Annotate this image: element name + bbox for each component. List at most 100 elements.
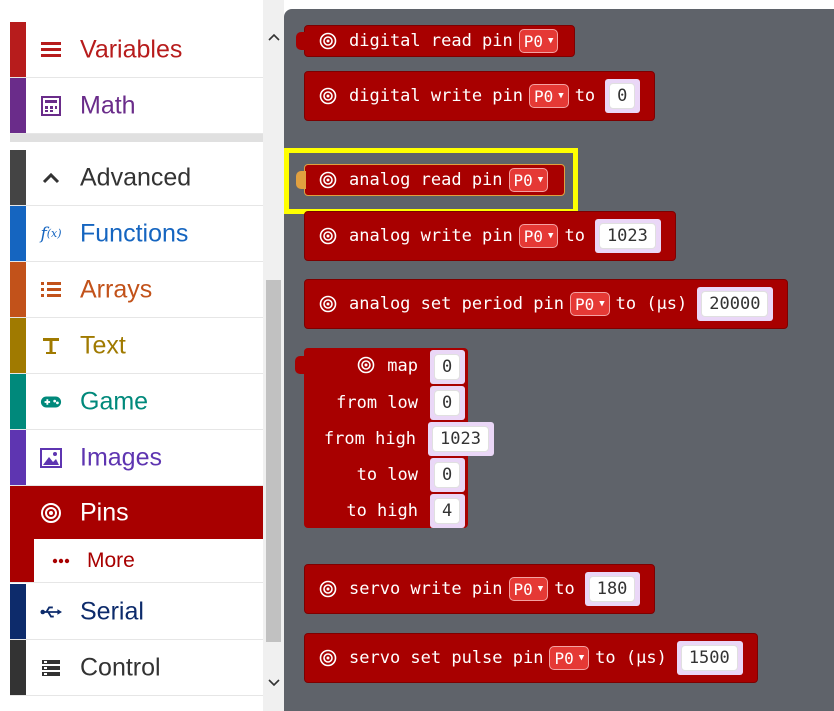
category-label: Game	[80, 387, 149, 415]
category-label: Functions	[80, 219, 189, 247]
toolbox-separator	[10, 134, 263, 142]
block-analog-set-period-pin[interactable]: analog set period pin P0 ▼ to (µs) 20000	[304, 279, 789, 329]
map-row: map 0	[304, 350, 494, 384]
value-input[interactable]: 4	[434, 498, 461, 524]
toolbox-subcategory-more[interactable]: More	[10, 539, 263, 583]
pin-icon	[319, 87, 337, 105]
value-input[interactable]: 0	[609, 83, 636, 109]
pin-dropdown[interactable]: P0 ▼	[569, 292, 610, 316]
text-icon	[40, 335, 62, 357]
value-input[interactable]: 180	[588, 576, 636, 602]
block-servo-write-pin[interactable]: servo write pin P0 ▼ to 180	[304, 564, 656, 614]
category-color-bar	[10, 640, 26, 695]
pin-dropdown[interactable]: P0 ▼	[518, 29, 559, 53]
value-input[interactable]: 20000	[701, 291, 769, 317]
category-color-bar	[10, 22, 26, 77]
pin-dropdown[interactable]: P0 ▼	[529, 84, 569, 108]
block-to-label: to (µs)	[595, 648, 667, 668]
map-row-label: map	[304, 356, 430, 379]
category-color-bar	[10, 206, 26, 261]
map-row: from high 1023	[304, 422, 494, 456]
pin-dropdown[interactable]: P0 ▼	[549, 646, 590, 670]
value-input[interactable]: 0	[434, 462, 461, 488]
value-slot: 1023	[428, 422, 494, 456]
value-slot: 0	[430, 458, 466, 492]
map-row: to high 4	[304, 494, 494, 528]
scrollbar-thumb[interactable]	[266, 280, 281, 642]
toolbox-category-math[interactable]: Math	[10, 78, 263, 134]
category-label: Text	[80, 331, 126, 359]
toolbox-category-arrays[interactable]: Arrays	[10, 262, 263, 318]
toolbox-category-game[interactable]: Game	[10, 374, 263, 430]
function-icon: f (x)	[40, 223, 62, 244]
toolbox-category-variables[interactable]: Variables	[10, 22, 263, 78]
toolbox-category-serial[interactable]: Serial	[10, 584, 263, 640]
block-text: analog read pin	[349, 170, 503, 190]
toolbox-category-images[interactable]: Images	[10, 430, 263, 486]
category-label: Advanced	[80, 163, 192, 191]
category-label: Control	[80, 653, 161, 681]
value-slot: 0	[430, 350, 466, 384]
pin-dropdown[interactable]: P0 ▼	[518, 224, 559, 248]
category-label: Images	[80, 443, 162, 471]
toolbox-scrollbar[interactable]	[263, 0, 284, 711]
pin-value: P0	[534, 86, 554, 106]
pin-value: P0	[513, 579, 533, 599]
category-color-bar	[10, 78, 26, 133]
dropdown-caret-icon: ▼	[599, 299, 605, 309]
value-slot: 1500	[676, 641, 743, 675]
category-color-bar	[10, 262, 26, 317]
variables-icon	[40, 39, 62, 61]
scroll-up-icon[interactable]	[265, 30, 282, 44]
map-row-label: to low	[356, 465, 418, 485]
block-text: servo set pulse pin	[349, 648, 544, 668]
pin-icon	[319, 580, 337, 598]
value-input[interactable]: 0	[434, 354, 461, 380]
value-input[interactable]: 0	[434, 390, 461, 416]
toolbox-category-advanced[interactable]: Advanced	[10, 150, 263, 206]
block-servo-set-pulse-pin[interactable]: servo set pulse pin P0 ▼ to (µs) 1500	[304, 633, 758, 683]
map-row: to low 0	[304, 458, 494, 492]
value-slot: 1023	[594, 219, 661, 253]
block-analog-write-pin[interactable]: analog write pin P0 ▼ to 1023	[304, 211, 676, 261]
block-output-notch	[296, 171, 306, 189]
pin-icon	[357, 356, 375, 379]
pin-dropdown[interactable]: P0 ▼	[508, 577, 549, 601]
category-label: Pins	[80, 498, 129, 526]
block-digital-write-pin[interactable]: digital write pin P0 ▼ to 0	[304, 71, 656, 121]
toolbox-category-pins[interactable]: Pins	[10, 486, 263, 539]
block-digital-read-pin[interactable]: digital read pin P0 ▼	[296, 25, 576, 57]
category-color-bar	[10, 374, 26, 429]
value-input[interactable]: 1023	[598, 223, 656, 249]
value-input[interactable]: 1500	[680, 645, 738, 671]
pin-value: P0	[574, 294, 595, 314]
block-text: analog write pin	[349, 226, 513, 246]
pin-value: P0	[523, 31, 544, 51]
value-input[interactable]: 1023	[432, 426, 489, 452]
category-label: More	[87, 548, 135, 572]
category-label: Arrays	[80, 275, 153, 303]
block-to-label: to	[574, 86, 596, 106]
block-text: digital read pin	[349, 31, 513, 51]
pin-value: P0	[554, 648, 574, 668]
pin-dropdown[interactable]: P0 ▼	[508, 168, 549, 192]
dropdown-caret-icon: ▼	[578, 653, 585, 663]
pin-value: P0	[513, 170, 533, 190]
block-map[interactable]: map 0 from low 0 from high 1023 to low 0…	[295, 348, 494, 528]
toolbox-category-functions[interactable]: f (x) Functions	[10, 206, 263, 262]
usb-icon	[40, 601, 62, 623]
pin-value: P0	[523, 226, 544, 246]
pin-icon	[40, 502, 62, 524]
toolbox-category-text[interactable]: Text	[10, 318, 263, 374]
block-to-label: to (µs)	[615, 294, 688, 314]
toolbox-category-control[interactable]: Control	[10, 640, 263, 696]
dropdown-caret-icon: ▼	[537, 175, 544, 185]
block-analog-read-pin[interactable]: analog read pin P0 ▼	[296, 164, 566, 196]
category-color-bar	[10, 150, 26, 205]
scroll-down-icon[interactable]	[265, 676, 282, 690]
category-color-bar	[10, 584, 26, 639]
control-icon	[40, 657, 62, 679]
value-slot: 180	[584, 572, 641, 606]
block-to-label: to	[564, 226, 585, 246]
value-slot: 20000	[697, 287, 774, 321]
